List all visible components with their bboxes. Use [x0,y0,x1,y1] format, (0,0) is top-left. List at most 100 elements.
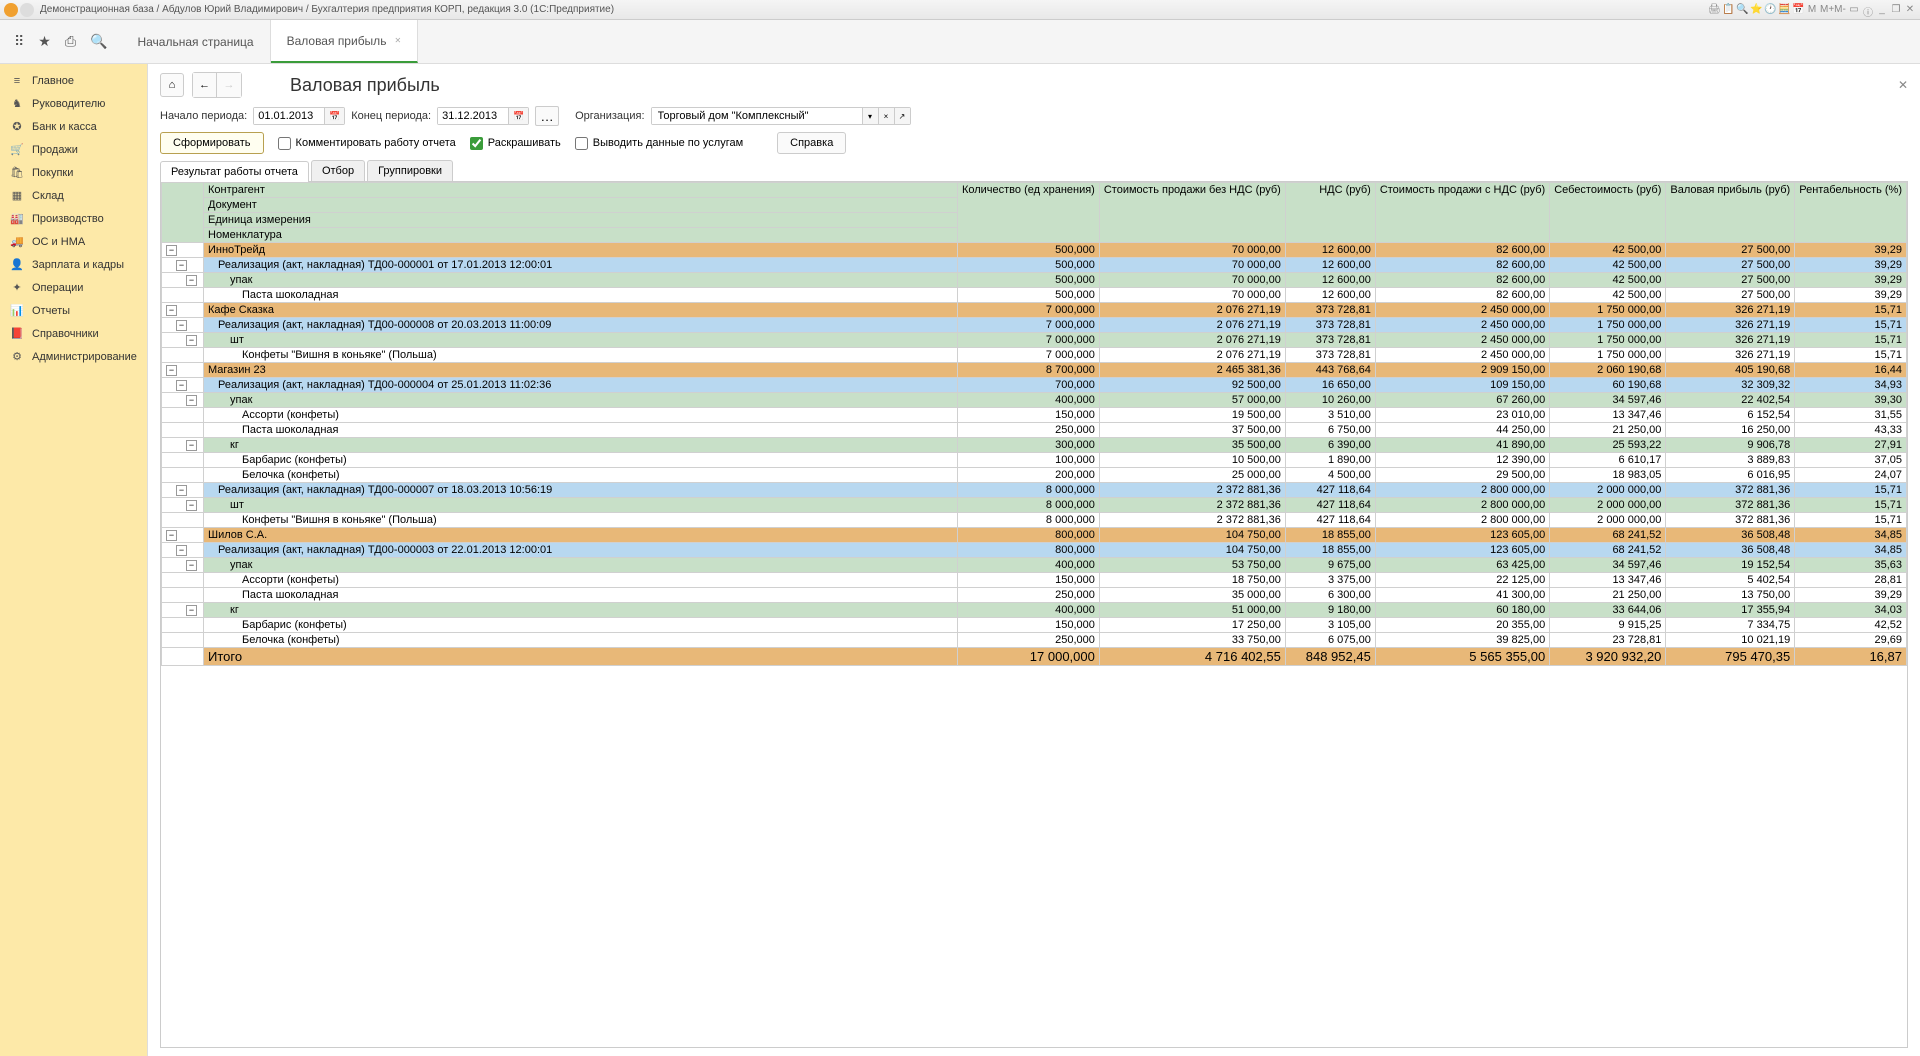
table-row[interactable]: Паста шоколадная500,00070 000,0012 600,0… [162,288,1907,303]
tree-toggle[interactable]: − [186,560,197,571]
sidebar-item[interactable]: ✪Банк и касса [0,115,147,138]
org-select[interactable]: ▾ × ↗ [651,107,911,125]
table-row[interactable]: Паста шоколадная250,00037 500,006 750,00… [162,423,1907,438]
sidebar-item[interactable]: 📊Отчеты [0,299,147,322]
tree-toggle[interactable]: − [176,485,187,496]
tree-toggle[interactable]: − [186,440,197,451]
calendar-icon[interactable]: 📅 [324,108,344,124]
table-row[interactable]: −Реализация (акт, накладная) ТД00-000001… [162,258,1907,273]
open-icon[interactable]: ↗ [894,108,910,124]
sidebar-item[interactable]: 📕Справочники [0,322,147,345]
table-row[interactable]: −шт8 000,0002 372 881,36427 118,642 800 … [162,498,1907,513]
table-row[interactable]: −Реализация (акт, накладная) ТД00-000004… [162,378,1907,393]
tab-close-icon[interactable]: ✕ [394,36,401,45]
sidebar-item[interactable]: 🛍Покупки [0,161,147,184]
table-row[interactable]: −Кафе Сказка7 000,0002 076 271,19373 728… [162,303,1907,318]
tree-toggle[interactable]: − [186,335,197,346]
tree-toggle[interactable]: − [166,365,177,376]
tb-icon[interactable]: ▭ [1848,4,1860,16]
clear-icon[interactable]: × [878,108,894,124]
dropdown-icon[interactable]: ▾ [862,108,878,124]
sidebar-item[interactable]: ⚙Администрирование [0,345,147,368]
table-row[interactable]: −упак500,00070 000,0012 600,0082 600,004… [162,273,1907,288]
period-to-input[interactable]: 📅 [437,107,529,125]
tree-toggle[interactable]: − [166,245,177,256]
tree-toggle[interactable]: − [176,545,187,556]
period-picker-button[interactable]: … [535,106,559,126]
tb-icon[interactable]: M [1806,4,1818,16]
rtab-result[interactable]: Результат работы отчета [160,161,309,182]
tree-toggle[interactable]: − [166,530,177,541]
tab-report[interactable]: Валовая прибыль✕ [271,20,419,63]
tb-icon[interactable]: M- [1834,4,1846,16]
tb-icon[interactable]: 🔍 [1736,4,1748,16]
tree-toggle[interactable]: − [186,605,197,616]
table-row[interactable]: Паста шоколадная250,00035 000,006 300,00… [162,588,1907,603]
close-icon[interactable]: ✕ [1904,4,1916,16]
sidebar-item[interactable]: 🚚ОС и НМА [0,230,147,253]
star-icon[interactable]: ★ [38,33,51,50]
table-row[interactable]: −шт7 000,0002 076 271,19373 728,812 450 … [162,333,1907,348]
sidebar-item[interactable]: 👤Зарплата и кадры [0,253,147,276]
tree-toggle[interactable]: − [166,305,177,316]
calendar-icon[interactable]: 📅 [508,108,528,124]
tree-toggle[interactable]: − [186,500,197,511]
table-row[interactable]: Конфеты "Вишня в коньяке" (Польша)7 000,… [162,348,1907,363]
table-row[interactable]: −Магазин 238 700,0002 465 381,36443 768,… [162,363,1907,378]
minimize-icon[interactable]: _ [1876,4,1888,16]
sidebar-item[interactable]: ♞Руководителю [0,92,147,115]
table-row[interactable]: −упак400,00053 750,009 675,0063 425,0034… [162,558,1907,573]
sidebar-item[interactable]: ✦Операции [0,276,147,299]
sidebar-item[interactable]: 🛒Продажи [0,138,147,161]
tree-toggle[interactable]: − [186,395,197,406]
tb-icon[interactable]: 🖨 [1708,4,1720,16]
table-row[interactable]: Ассорти (конфеты)150,00019 500,003 510,0… [162,408,1907,423]
table-row[interactable]: Барбарис (конфеты)100,00010 500,001 890,… [162,453,1907,468]
help-button[interactable]: Справка [777,132,846,154]
tb-icon[interactable]: M+ [1820,4,1832,16]
rtab-group[interactable]: Группировки [367,160,453,181]
tb-icon[interactable]: 📋 [1722,4,1734,16]
tb-icon[interactable]: ⭐ [1750,4,1762,16]
close-page-icon[interactable]: ✕ [1898,78,1908,92]
table-row[interactable]: Барбарис (конфеты)150,00017 250,003 105,… [162,618,1907,633]
table-row[interactable]: −Шилов С.А.800,000104 750,0018 855,00123… [162,528,1907,543]
table-row[interactable]: −Реализация (акт, накладная) ТД00-000003… [162,543,1907,558]
sidebar-item[interactable]: ▦Склад [0,184,147,207]
table-row[interactable]: Конфеты "Вишня в коньяке" (Польша)8 000,… [162,513,1907,528]
tb-icon[interactable]: ⓘ [1862,4,1874,16]
tb-icon[interactable]: 🧮 [1778,4,1790,16]
report-area[interactable]: Контрагент Количество (ед хранения) Стои… [160,182,1908,1048]
table-row[interactable]: −кг400,00051 000,009 180,0060 180,0033 6… [162,603,1907,618]
back-button[interactable]: ← [193,73,217,97]
tb-icon[interactable]: 📅 [1792,4,1804,16]
table-row[interactable]: −Реализация (акт, накладная) ТД00-000008… [162,318,1907,333]
color-checkbox[interactable]: Раскрашивать [470,137,561,150]
tab-home[interactable]: Начальная страница [121,20,270,63]
search-icon[interactable]: 🔍 [90,33,107,50]
form-button[interactable]: Сформировать [160,132,264,154]
period-from-input[interactable]: 📅 [253,107,345,125]
rtab-filter[interactable]: Отбор [311,160,365,181]
tree-toggle[interactable]: − [176,260,187,271]
sidebar-item[interactable]: ≡Главное [0,70,147,92]
tb-icon[interactable]: 🕐 [1764,4,1776,16]
table-row[interactable]: −упак400,00057 000,0010 260,0067 260,003… [162,393,1907,408]
home-button[interactable]: ⌂ [160,73,184,97]
tree-toggle[interactable]: − [186,275,197,286]
services-checkbox[interactable]: Выводить данные по услугам [575,137,743,150]
tree-toggle[interactable]: − [176,320,187,331]
table-row[interactable]: Ассорти (конфеты)150,00018 750,003 375,0… [162,573,1907,588]
table-row[interactable]: Белочка (конфеты)200,00025 000,004 500,0… [162,468,1907,483]
forward-button[interactable]: → [217,73,241,97]
table-row[interactable]: −ИнноТрейд500,00070 000,0012 600,0082 60… [162,243,1907,258]
maximize-icon[interactable]: ❐ [1890,4,1902,16]
sidebar-item[interactable]: 🏭Производство [0,207,147,230]
dropdown-icon[interactable] [20,3,34,17]
table-row[interactable]: −Реализация (акт, накладная) ТД00-000007… [162,483,1907,498]
history-icon[interactable]: ⎙ [65,33,76,50]
tree-toggle[interactable]: − [176,380,187,391]
comment-checkbox[interactable]: Комментировать работу отчета [278,137,456,150]
table-row[interactable]: −кг300,00035 500,006 390,0041 890,0025 5… [162,438,1907,453]
apps-icon[interactable]: ⠿ [14,33,24,50]
